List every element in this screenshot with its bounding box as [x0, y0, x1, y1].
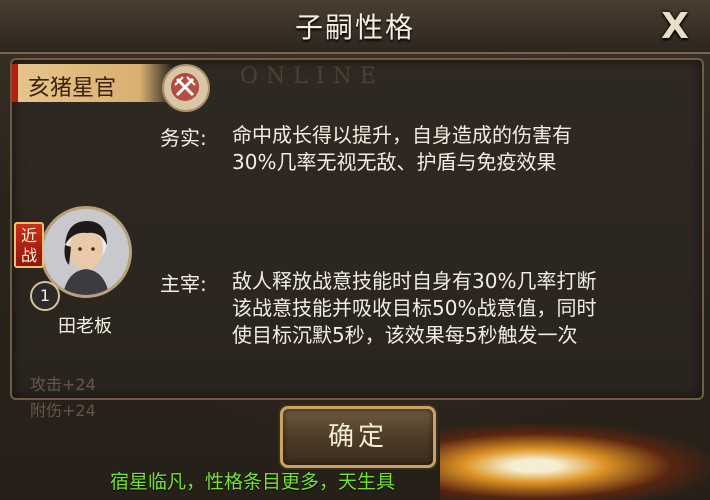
trait-label-pragmatic: 务实: [160, 126, 207, 150]
trait-description-dominate: 敌人释放战意技能时自身有30%几率打断 该战意技能并吸收目标50%战意值，同时 … [232, 268, 596, 349]
close-button[interactable]: X [654, 6, 696, 48]
faded-stat-line: 攻击+24 [30, 375, 96, 394]
trait-line: 敌人释放战意技能时自身有30%几率打断 [232, 269, 597, 293]
hero-level-badge: 1 [30, 281, 60, 311]
light-glow-effect [440, 424, 710, 500]
watermark: ONLINE [240, 64, 384, 89]
trait-line: 命中成长得以提升，自身造成的伤害有 [232, 123, 572, 147]
child-personality-dialog: 子嗣性格 X ONLINE 亥猪星官 务实: 命中成长得以提升，自身造成的伤害有… [0, 0, 710, 500]
melee-type-badge: 近 战 [14, 222, 44, 268]
crossed-swords-icon [162, 64, 210, 112]
background-stats: 攻击+24 附伤+24 [30, 372, 96, 424]
melee-badge-line: 战 [20, 246, 37, 265]
footer-hint: 宿星临凡，性格条目更多，天生具 [110, 471, 396, 493]
title-bar: 子嗣性格 X [0, 0, 710, 54]
trait-line: 该战意技能并吸收目标50%战意值，同时 [232, 296, 597, 320]
faded-stat-line: 附伤+24 [30, 401, 96, 420]
trait-label-dominate: 主宰: [160, 272, 207, 296]
trait-description-pragmatic: 命中成长得以提升，自身造成的伤害有 30%几率无视无敌、护盾与免疫效果 [232, 122, 572, 176]
trait-line: 30%几率无视无敌、护盾与免疫效果 [232, 150, 557, 174]
melee-badge-line: 近 [20, 226, 37, 245]
hero-name: 田老板 [58, 316, 112, 337]
dialog-title: 子嗣性格 [294, 11, 415, 44]
trait-set-name: 亥猪星官 [28, 76, 117, 101]
confirm-button[interactable]: 确定 [280, 406, 436, 468]
trait-line: 使目标沉默5秒，该效果每5秒触发一次 [232, 323, 578, 347]
